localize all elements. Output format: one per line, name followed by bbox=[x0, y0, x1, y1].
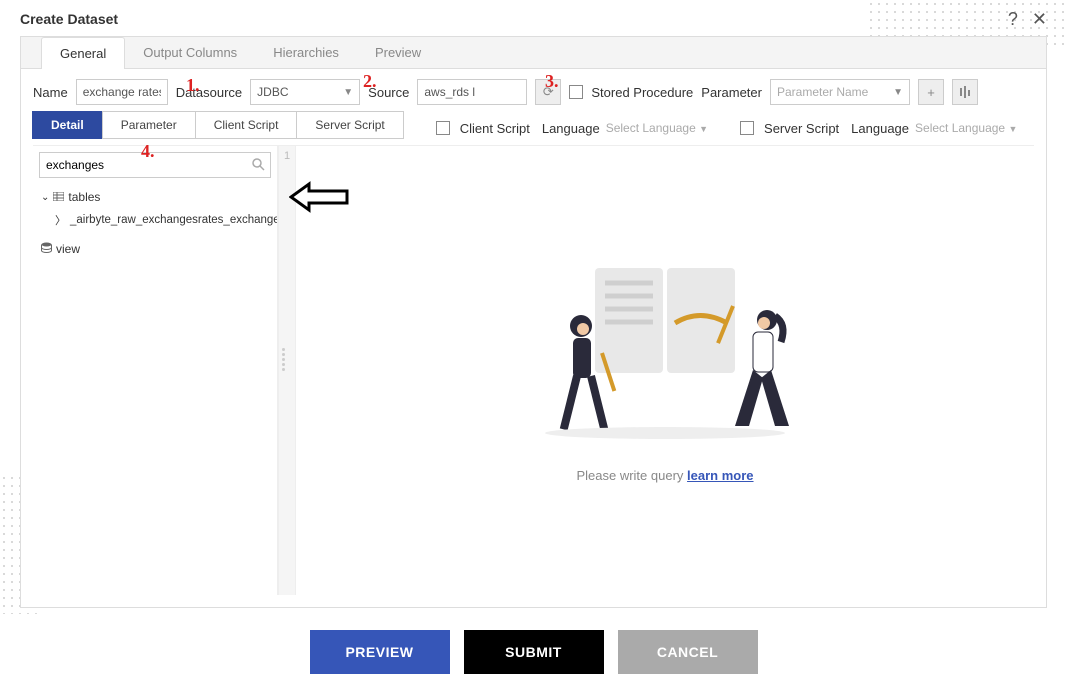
chevron-down-icon: ⌄ bbox=[41, 192, 49, 203]
table-item-label: _airbyte_raw_exchangesrates_exchange_rat… bbox=[70, 214, 277, 226]
server-script-label: Server Script bbox=[764, 121, 839, 136]
tab-preview[interactable]: Preview bbox=[357, 37, 439, 68]
annotation-1: 1. bbox=[186, 75, 200, 96]
client-language-select[interactable]: Select Language ▼ bbox=[606, 121, 708, 135]
language-label-2: Language bbox=[851, 121, 909, 136]
tab-general[interactable]: General bbox=[41, 37, 125, 69]
parameter-select[interactable]: Parameter Name ▼ bbox=[770, 79, 910, 105]
learn-more-link[interactable]: learn more bbox=[687, 468, 753, 483]
subtab-parameter[interactable]: Parameter bbox=[102, 111, 196, 139]
chevron-right-icon: 〉 bbox=[55, 212, 66, 228]
tab-strip: General Output Columns Hierarchies Previ… bbox=[21, 37, 1046, 69]
subtab-client-script[interactable]: Client Script bbox=[195, 111, 298, 139]
chevron-down-icon: ▼ bbox=[893, 87, 903, 98]
settings-icon[interactable] bbox=[952, 79, 978, 105]
line-number: 1 bbox=[279, 150, 295, 162]
server-language-select[interactable]: Select Language ▼ bbox=[915, 121, 1017, 135]
add-icon[interactable]: + bbox=[918, 79, 944, 105]
parameter-label: Parameter bbox=[701, 85, 762, 100]
stored-procedure-label: Stored Procedure bbox=[591, 85, 693, 100]
pointer-arrow-icon bbox=[289, 181, 349, 213]
hint-text: Please write query bbox=[576, 468, 683, 483]
database-icon bbox=[41, 242, 52, 256]
stored-procedure-checkbox[interactable] bbox=[569, 85, 583, 99]
server-script-checkbox[interactable] bbox=[740, 121, 754, 135]
client-script-checkbox[interactable] bbox=[436, 121, 450, 135]
tree-node-tables[interactable]: ⌄ tables bbox=[41, 186, 269, 208]
placeholder-illustration bbox=[535, 258, 795, 448]
tables-label: tables bbox=[68, 190, 100, 204]
help-icon[interactable]: ? bbox=[1008, 10, 1018, 28]
subtab-detail[interactable]: Detail bbox=[32, 111, 103, 139]
editor-hint: Please write query learn more bbox=[576, 468, 753, 483]
tree-node-view[interactable]: view bbox=[41, 238, 269, 260]
view-label: view bbox=[56, 242, 80, 256]
cancel-button[interactable]: CANCEL bbox=[618, 630, 758, 674]
chevron-down-icon: ▼ bbox=[343, 87, 353, 98]
language-label: Language bbox=[542, 121, 600, 136]
preview-button[interactable]: PREVIEW bbox=[310, 630, 450, 674]
search-input[interactable] bbox=[39, 152, 271, 178]
tab-output-columns[interactable]: Output Columns bbox=[125, 37, 255, 68]
close-icon[interactable]: ✕ bbox=[1032, 10, 1047, 28]
name-input[interactable] bbox=[76, 79, 168, 105]
datasource-value: JDBC bbox=[257, 85, 288, 99]
tab-hierarchies[interactable]: Hierarchies bbox=[255, 37, 357, 68]
annotation-2: 2. bbox=[363, 71, 377, 92]
table-icon bbox=[53, 190, 64, 204]
source-input[interactable] bbox=[417, 79, 527, 105]
editor-gutter: 1 bbox=[278, 146, 296, 595]
search-icon[interactable] bbox=[251, 157, 265, 174]
name-label: Name bbox=[33, 85, 68, 100]
tree-item-table[interactable]: 〉 _airbyte_raw_exchangesrates_exchange_r… bbox=[41, 208, 269, 232]
submit-button[interactable]: SUBMIT bbox=[464, 630, 604, 674]
parameter-placeholder: Parameter Name bbox=[777, 85, 868, 99]
annotation-4: 4. bbox=[141, 141, 155, 162]
subtab-server-script[interactable]: Server Script bbox=[296, 111, 403, 139]
dialog-title: Create Dataset bbox=[20, 11, 118, 27]
editor-area[interactable]: Please write query learn more bbox=[296, 146, 1034, 595]
client-script-label: Client Script bbox=[460, 121, 530, 136]
datasource-select[interactable]: JDBC ▼ bbox=[250, 79, 360, 105]
annotation-3: 3. bbox=[545, 71, 559, 92]
